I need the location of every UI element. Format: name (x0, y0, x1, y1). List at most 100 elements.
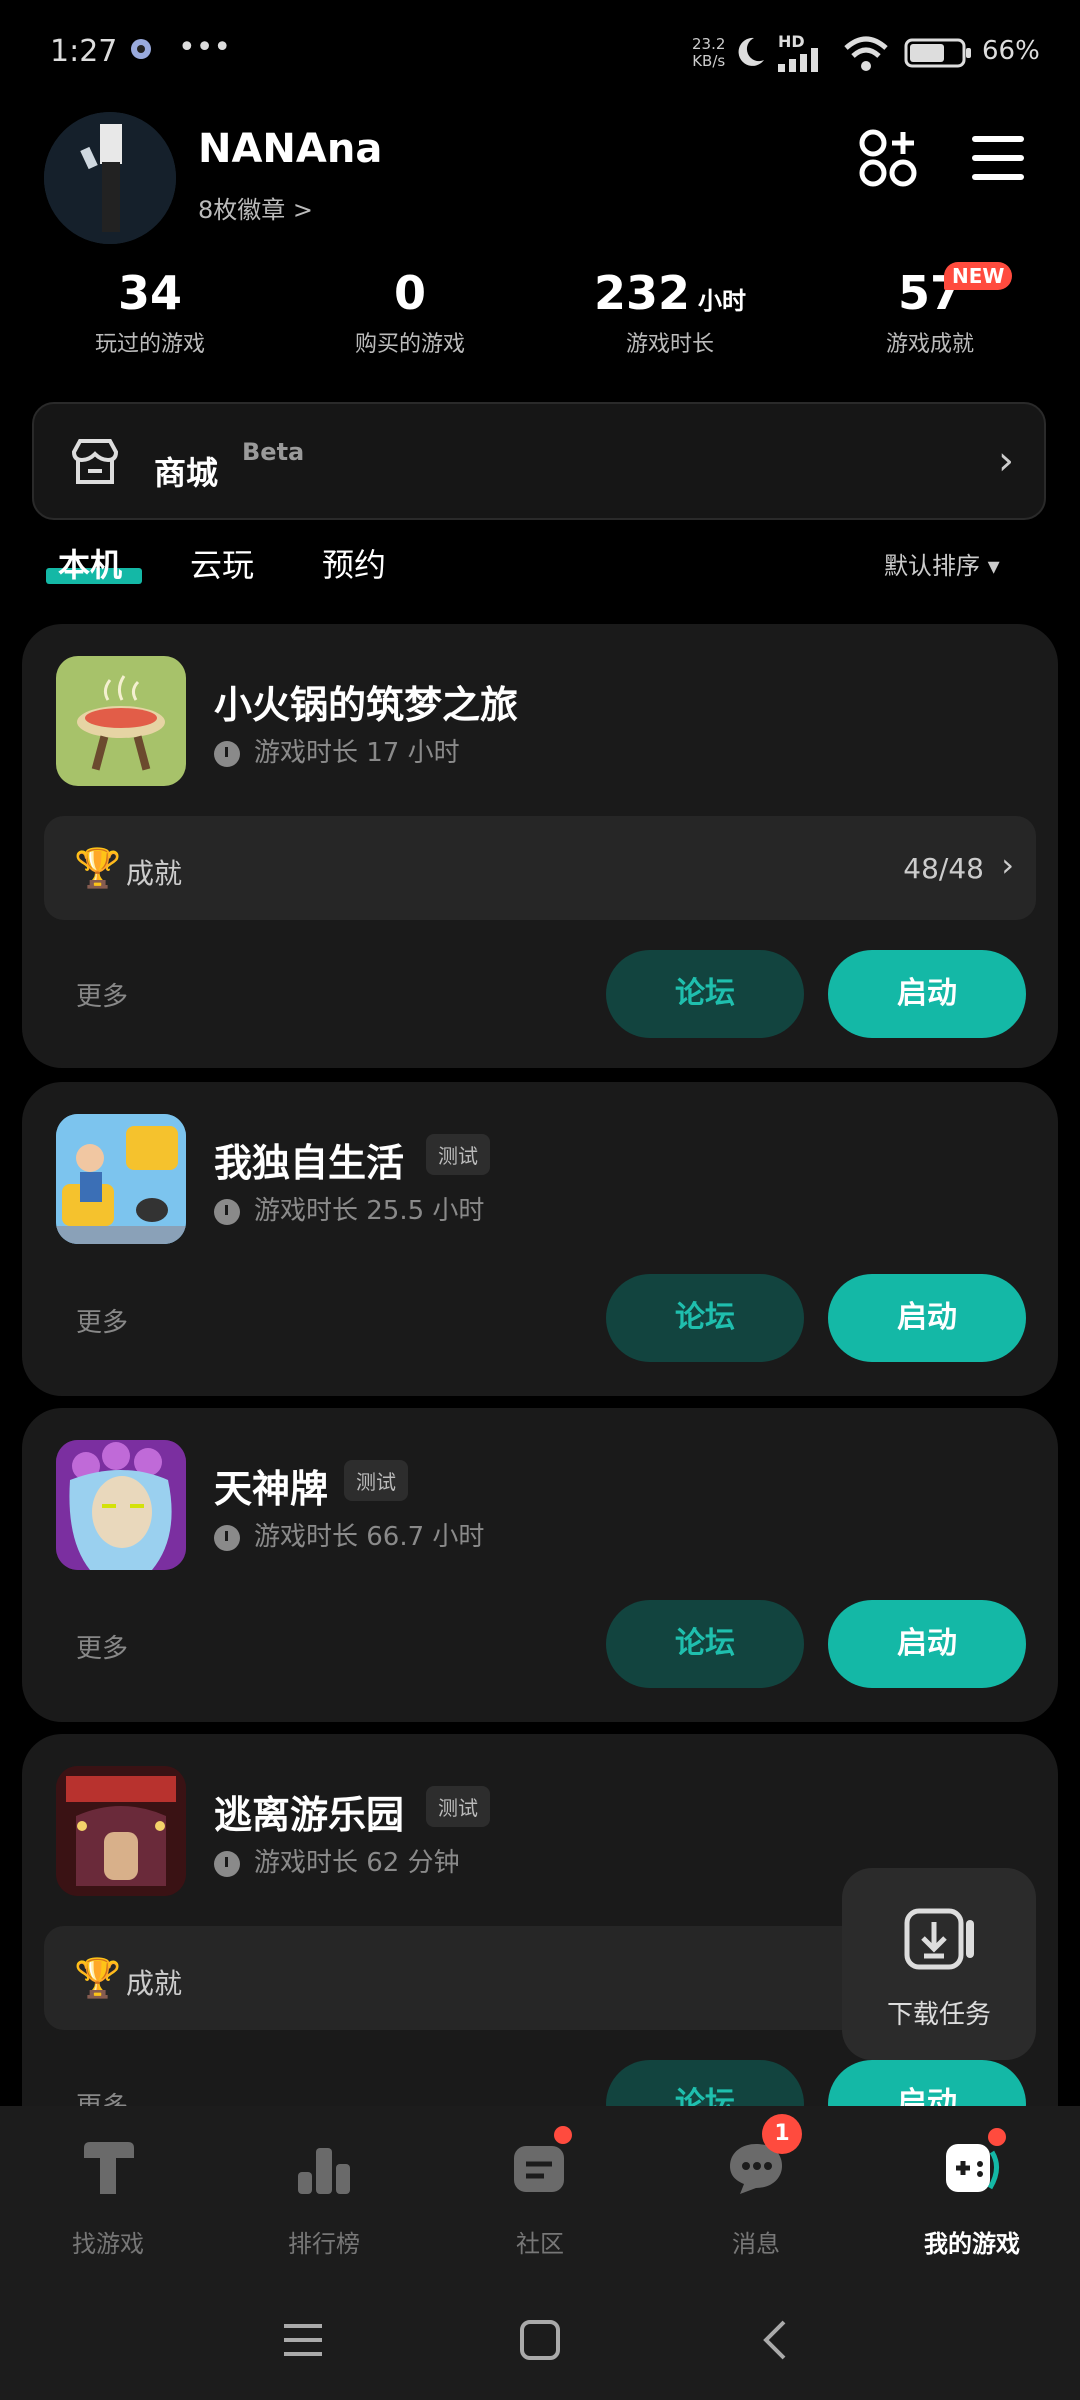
stat-label: 玩过的游戏 (94, 332, 205, 357)
stat-purchased-games[interactable]: 0 购买的游戏 (310, 266, 510, 358)
game-card[interactable]: 我独自生活 测试 游戏时长 25.5 小时 更多 论坛 启动 (22, 1082, 1058, 1396)
store-button[interactable]: 商城 Beta › (32, 402, 1046, 520)
play-time: 游戏时长 17 小时 (214, 732, 460, 769)
tab-cloud[interactable]: 云玩 (190, 540, 254, 586)
store-label: 商城 (154, 454, 219, 492)
sort-dropdown[interactable]: 默认排序 ▾ (884, 546, 1000, 581)
hotpot-image (77, 675, 165, 771)
test-tag: 测试 (426, 1134, 490, 1175)
achievement-row[interactable]: 🏆 成就 48/48 › (44, 816, 1036, 920)
stopwatch-icon (214, 740, 240, 767)
app-notification-icon (131, 39, 151, 59)
more-button[interactable]: 更多 (76, 1302, 128, 1339)
my-games-icon (946, 2144, 999, 2192)
launch-button[interactable]: 启动 (828, 950, 1026, 1038)
nav-label: 我的游戏 (924, 2230, 1020, 2258)
back-icon[interactable] (760, 2318, 790, 2362)
avatar-image (44, 112, 176, 244)
game-title: 小火锅的筑梦之旅 (214, 683, 519, 727)
stat-value: 34 (117, 266, 182, 320)
game-title: 天神牌 (214, 1467, 329, 1511)
recent-apps-icon[interactable] (282, 2320, 324, 2360)
play-time: 游戏时长 25.5 小时 (214, 1190, 484, 1227)
game-card[interactable]: 小火锅的筑梦之旅 游戏时长 17 小时 🏆 成就 48/48 › 更多 论坛 启… (22, 624, 1058, 1068)
message-count-badge: 1 (762, 2114, 802, 2154)
nav-my-games[interactable]: 我的游戏 (864, 2126, 1080, 2259)
game-thumbnail (56, 1440, 186, 1570)
download-task-button[interactable]: 下载任务 (842, 1868, 1036, 2060)
game-title: 逃离游乐园 (214, 1793, 405, 1837)
nav-label: 消息 (732, 2230, 780, 2258)
stat-label: 游戏时长 (625, 332, 714, 357)
community-notification-dot (554, 2126, 572, 2144)
game-thumbnail (56, 656, 186, 786)
forum-button[interactable]: 论坛 (606, 1600, 804, 1688)
tab-local[interactable]: 本机 (58, 540, 122, 586)
signal-icon (778, 48, 818, 72)
stat-unit: 小时 (698, 287, 747, 315)
stopwatch-icon (214, 1524, 240, 1551)
stopwatch-icon (214, 1850, 240, 1877)
username[interactable]: NANAna (198, 126, 382, 172)
game-title: 我独自生活 (214, 1141, 405, 1185)
test-tag: 测试 (426, 1786, 490, 1827)
wifi-icon (844, 36, 888, 71)
nav-community[interactable]: 社区 (432, 2126, 648, 2259)
download-icon (904, 1908, 974, 1970)
avatar[interactable] (44, 112, 176, 244)
play-time: 游戏时长 62 分钟 (214, 1842, 460, 1879)
ranking-icon (298, 2148, 350, 2194)
moon-icon (738, 37, 764, 66)
nav-find-game[interactable]: 找游戏 (0, 2126, 216, 2259)
nav-ranking[interactable]: 排行榜 (216, 2126, 432, 2259)
battery-percent: 66% (982, 36, 1040, 66)
stat-value: 232 (593, 266, 691, 320)
status-bar: 1:27 ••• 23.2 KB/s HD 66% (0, 0, 1080, 100)
more-button[interactable]: 更多 (76, 976, 128, 1013)
menu-icon[interactable] (970, 134, 1026, 182)
status-time: 1:27 (50, 34, 118, 69)
forum-button[interactable]: 论坛 (606, 950, 804, 1038)
launch-button[interactable]: 启动 (828, 1274, 1026, 1362)
stat-label: 购买的游戏 (354, 332, 465, 357)
live-alone-image (56, 1114, 186, 1244)
achievement-label: 成就 (126, 857, 183, 890)
tab-reserve[interactable]: 预约 (322, 540, 386, 586)
stat-played-games[interactable]: 34 玩过的游戏 (50, 266, 250, 358)
game-thumbnail (56, 1114, 186, 1244)
stopwatch-icon (214, 1198, 240, 1225)
apps-grid-icon[interactable] (858, 128, 918, 188)
stat-value: 0 (393, 266, 426, 320)
trophy-icon: 🏆 (74, 846, 122, 890)
nav-label: 找游戏 (72, 2230, 144, 2258)
new-badge: NEW (944, 262, 1013, 290)
test-tag: 测试 (344, 1460, 408, 1501)
play-time: 游戏时长 66.7 小时 (214, 1516, 484, 1553)
download-task-label: 下载任务 (886, 2000, 991, 2030)
nav-message[interactable]: 消息 (648, 2126, 864, 2259)
my-games-notification-dot (988, 2128, 1006, 2146)
chevron-right-icon: › (1001, 846, 1014, 884)
nav-label: 排行榜 (288, 2230, 360, 2258)
home-icon[interactable] (518, 2318, 562, 2362)
battery-icon (904, 38, 971, 68)
achievement-label: 成就 (126, 1967, 183, 2000)
store-icon (71, 439, 119, 484)
stat-label: 游戏成就 (885, 332, 974, 357)
more-button[interactable]: 更多 (76, 1628, 128, 1665)
beta-label: Beta (242, 438, 305, 466)
community-icon (514, 2146, 564, 2192)
trophy-icon: 🏆 (74, 1956, 122, 2000)
more-notifications-icon: ••• (178, 30, 232, 65)
game-thumbnail (56, 1766, 186, 1896)
forum-button[interactable]: 论坛 (606, 1274, 804, 1362)
find-game-icon (84, 2142, 134, 2194)
launch-button[interactable]: 启动 (828, 1600, 1026, 1688)
badges-link[interactable]: 8枚徽章 > (198, 190, 313, 225)
stat-play-time[interactable]: 232 小时 游戏时长 (570, 266, 770, 358)
game-card[interactable]: 天神牌 测试 游戏时长 66.7 小时 更多 论坛 启动 (22, 1408, 1058, 1722)
escape-park-image (56, 1766, 186, 1896)
god-card-image (56, 1440, 186, 1570)
achievement-count: 48/48 (903, 852, 984, 885)
nav-label: 社区 (516, 2230, 564, 2258)
